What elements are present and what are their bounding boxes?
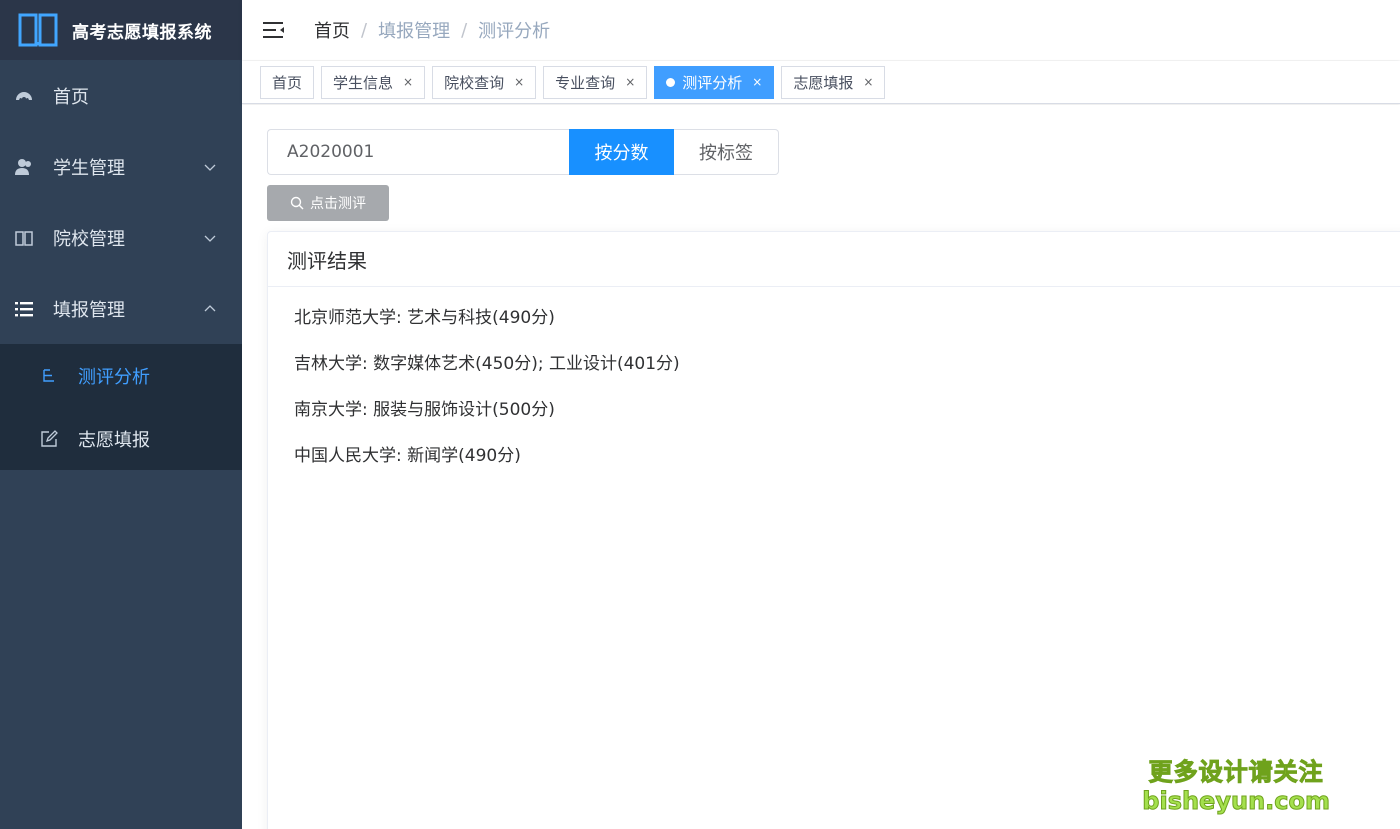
watermark: 更多设计请关注 bisheyun.com <box>1142 752 1331 816</box>
tag-label: 学生信息 <box>333 73 394 92</box>
tags-view: 首页 学生信息 × 院校查询 × 专业查询 × 测评分析 × 志愿填报 × <box>242 61 1400 104</box>
book-icon <box>14 228 34 248</box>
sidebar-item-evaluation[interactable]: 测评分析 <box>0 344 242 407</box>
result-line: 吉林大学: 数字媒体艺术(450分); 工业设计(401分) <box>294 354 680 374</box>
search-icon <box>290 196 304 210</box>
book-logo-icon <box>18 13 58 47</box>
tag-label: 志愿填报 <box>793 73 854 92</box>
user-icon <box>14 157 34 177</box>
sidebar-item-filling[interactable]: 填报管理 <box>0 273 242 344</box>
sidebar-item-label: 测评分析 <box>78 366 150 388</box>
tag-application[interactable]: 志愿填报 × <box>781 65 886 99</box>
evaluate-button-label: 点击测评 <box>310 196 366 212</box>
by-score-button[interactable]: 按分数 <box>569 129 674 175</box>
sidebar-item-label: 志愿填报 <box>78 429 150 451</box>
submenu-filling: 测评分析 志愿填报 <box>0 344 242 470</box>
list-icon <box>14 299 34 319</box>
tag-major-query[interactable]: 专业查询 × <box>543 65 648 99</box>
breadcrumb-separator: / <box>461 19 468 41</box>
chevron-down-icon <box>204 164 216 171</box>
hamburger-icon[interactable] <box>262 20 286 40</box>
edit-icon <box>40 429 58 448</box>
watermark-line2: bisheyun.com <box>1142 787 1331 816</box>
breadcrumb-separator: / <box>361 19 368 41</box>
student-id-input[interactable]: A2020001 <box>267 129 569 175</box>
sidebar-item-label: 院校管理 <box>53 228 125 250</box>
evaluate-button[interactable]: 点击测评 <box>267 185 389 221</box>
tag-school-query[interactable]: 院校查询 × <box>432 65 537 99</box>
result-line: 中国人民大学: 新闻学(490分) <box>294 446 521 466</box>
logo[interactable]: 高考志愿填报系统 <box>0 0 242 60</box>
app-title: 高考志愿填报系统 <box>72 22 212 43</box>
tag-student-info[interactable]: 学生信息 × <box>321 65 426 99</box>
sidebar-item-label: 首页 <box>53 86 89 108</box>
sidebar-item-home[interactable]: 首页 <box>0 60 242 131</box>
tag-label: 院校查询 <box>444 73 505 92</box>
breadcrumb-level1: 填报管理 <box>378 21 451 42</box>
by-tag-button[interactable]: 按标签 <box>674 129 779 175</box>
watermark-line1: 更多设计请关注 <box>1148 758 1324 787</box>
tag-label: 首页 <box>272 73 303 92</box>
sidebar-item-application[interactable]: 志愿填报 <box>0 407 242 470</box>
tag-label: 专业查询 <box>555 73 616 92</box>
sidebar-item-label: 填报管理 <box>53 299 125 321</box>
result-card: 测评结果 北京师范大学: 艺术与科技(490分) 吉林大学: 数字媒体艺术(45… <box>267 231 1400 829</box>
dashboard-icon <box>14 86 34 106</box>
result-card-title: 测评结果 <box>268 232 1400 287</box>
close-icon[interactable]: × <box>863 75 873 89</box>
breadcrumb: 首页 / 填报管理 / 测评分析 <box>314 17 550 43</box>
result-line: 北京师范大学: 艺术与科技(490分) <box>294 308 555 328</box>
main-content: A2020001 按分数 按标签 点击测评 测评结果 北京师范大学: 艺术与科技… <box>242 105 1400 829</box>
chevron-down-icon <box>204 235 216 242</box>
tree-icon <box>40 367 58 385</box>
close-icon[interactable]: × <box>625 75 635 89</box>
breadcrumb-level2: 测评分析 <box>478 21 551 42</box>
close-icon[interactable]: × <box>403 75 413 89</box>
sidebar-item-students[interactable]: 学生管理 <box>0 131 242 202</box>
result-line: 南京大学: 服装与服饰设计(500分) <box>294 400 555 420</box>
close-icon[interactable]: × <box>514 75 524 89</box>
sidebar: 高考志愿填报系统 首页 学生管理 院校管理 填报管理 测评分析 志愿填报 <box>0 0 242 829</box>
chevron-up-icon <box>204 304 216 311</box>
search-row: A2020001 按分数 按标签 <box>267 129 779 175</box>
breadcrumb-home[interactable]: 首页 <box>314 17 350 43</box>
navbar: 首页 / 填报管理 / 测评分析 <box>242 0 1400 60</box>
tag-home[interactable]: 首页 <box>260 65 315 99</box>
result-card-body: 北京师范大学: 艺术与科技(490分) 吉林大学: 数字媒体艺术(450分); … <box>268 287 1400 511</box>
sidebar-item-label: 学生管理 <box>53 157 125 179</box>
tag-label: 测评分析 <box>682 73 743 92</box>
close-icon[interactable]: × <box>752 75 762 89</box>
tag-evaluation[interactable]: 测评分析 × <box>654 65 775 99</box>
sidebar-item-schools[interactable]: 院校管理 <box>0 202 242 273</box>
active-dot-icon <box>666 77 676 87</box>
